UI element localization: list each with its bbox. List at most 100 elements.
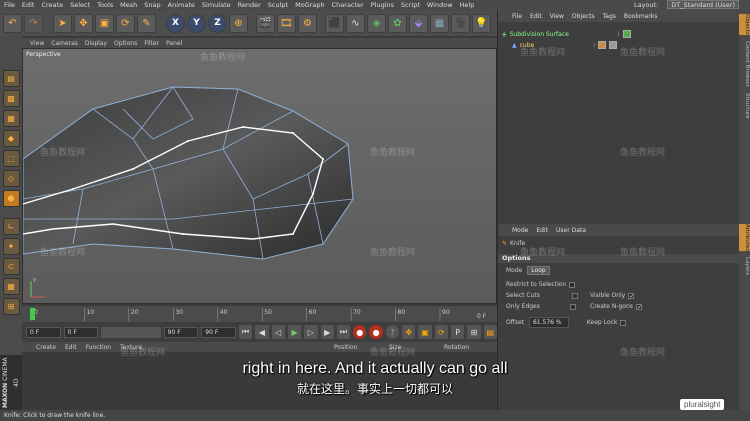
layout-selector[interactable]: Layout: DT_Standard (User)	[634, 0, 746, 9]
point-level-icon[interactable]: ⊞	[467, 325, 481, 339]
model-mode-icon[interactable]: ◆	[2, 130, 20, 147]
min-frame-field[interactable]: 0 F	[63, 326, 99, 338]
deformer-icon[interactable]: ⬙	[409, 13, 428, 33]
menu-item-select[interactable]: Select	[70, 1, 90, 9]
tab-content-browser[interactable]: Content Browser	[739, 41, 750, 87]
viewport-menu-display[interactable]: Display	[85, 40, 107, 47]
prev-key-icon[interactable]: ◀	[255, 325, 269, 339]
viewport-menu-view[interactable]: View	[30, 40, 44, 47]
visible-only-checkbox[interactable]: ✓	[628, 292, 634, 299]
light-icon[interactable]: 💡	[472, 13, 491, 33]
next-frame-icon[interactable]: ▷	[304, 325, 318, 339]
current-frame-field[interactable]: 0 F	[26, 326, 61, 338]
end-frame-field[interactable]: 90 F	[201, 326, 236, 338]
go-to-start-icon[interactable]: ⏮	[238, 325, 253, 339]
restrict-checkbox[interactable]	[569, 281, 576, 288]
menu-item-edit[interactable]: Edit	[22, 1, 35, 9]
spline-icon[interactable]: ∿	[346, 13, 365, 33]
axis-x-button[interactable]: X	[166, 13, 185, 33]
keep-lock-checkbox[interactable]	[620, 319, 627, 326]
axis-mode-icon[interactable]: ∟	[2, 218, 20, 235]
scale-tool-icon[interactable]: ▣	[95, 13, 114, 33]
max-frame-field[interactable]: 90 F	[163, 326, 199, 338]
keyframe-icon[interactable]: ?	[385, 325, 400, 339]
menu-item-sculpt[interactable]: Sculpt	[268, 1, 288, 9]
menu-item-character[interactable]: Character	[332, 1, 364, 9]
array-icon[interactable]: ✿	[388, 13, 407, 33]
menu-item-help[interactable]: Help	[460, 1, 475, 9]
object-menu-view[interactable]: View	[550, 13, 564, 20]
coordinate-system-icon[interactable]: ⊕	[229, 13, 248, 33]
select-cuts-checkbox[interactable]	[571, 292, 578, 299]
tab-attributes[interactable]: Attributes	[739, 224, 750, 252]
render-view-icon[interactable]: 🎬	[256, 13, 275, 33]
move-key-icon[interactable]: ✥	[402, 325, 416, 339]
layout-dropdown[interactable]: DT_Standard (User)	[667, 0, 739, 9]
points-mode-icon[interactable]: ⬚	[2, 150, 20, 167]
mode-dropdown[interactable]: Loop	[527, 266, 550, 275]
prev-frame-icon[interactable]: ◁	[271, 325, 285, 339]
viewport-menu-panel[interactable]: Panel	[166, 40, 182, 47]
menu-item-window[interactable]: Window	[427, 1, 453, 9]
object-row-subdivision[interactable]: ◈ Subdivision Surface ⁞	[502, 30, 631, 38]
playhead[interactable]	[30, 308, 35, 320]
range-slider[interactable]	[101, 326, 161, 338]
rotate-tool-icon[interactable]: ⟳	[116, 13, 135, 33]
render-picture-icon[interactable]: 🎞	[277, 13, 296, 33]
object-menu-bookmarks[interactable]: Bookmarks	[624, 13, 658, 20]
object-menu-edit[interactable]: Edit	[530, 13, 542, 20]
offset-field[interactable]: 61.576 %	[528, 317, 569, 328]
menu-item-script[interactable]: Script	[401, 1, 420, 9]
make-editable-icon[interactable]: ▤	[2, 70, 20, 87]
viewport-menu-cameras[interactable]: Cameras	[51, 40, 78, 47]
object-menu-tags[interactable]: Tags	[603, 13, 616, 20]
tab-structure[interactable]: Structure	[739, 93, 750, 119]
menu-item-render[interactable]: Render	[238, 1, 261, 9]
material-menu-edit[interactable]: Edit	[65, 344, 77, 351]
object-menu-file[interactable]: File	[512, 13, 522, 20]
scene-icon[interactable]: ▦	[430, 13, 449, 33]
go-to-end-icon[interactable]: ⏭	[336, 325, 351, 339]
menu-item-mesh[interactable]: Mesh	[120, 1, 137, 9]
object-menu-objects[interactable]: Objects	[572, 13, 595, 20]
cube-object-icon[interactable]: ⬛	[325, 13, 344, 33]
object-name[interactable]: Subdivision Surface	[510, 31, 569, 38]
material-menu-function[interactable]: Function	[86, 344, 112, 351]
render-settings-icon[interactable]: ⚙	[298, 13, 317, 33]
tab-layers[interactable]: Layers	[739, 257, 750, 275]
checker-tag-icon[interactable]	[609, 41, 618, 49]
play-icon[interactable]: ▶	[287, 325, 302, 339]
redo-icon[interactable]: ↷	[24, 13, 43, 33]
edges-mode-icon[interactable]: ◇	[2, 170, 20, 187]
attribute-menu-user-data[interactable]: User Data	[556, 227, 586, 234]
workplane-icon[interactable]: ▦	[2, 110, 20, 127]
viewport[interactable]: Perspective y	[22, 48, 497, 304]
axis-y-button[interactable]: Y	[187, 13, 206, 33]
timeline-ruler[interactable]: 0 10 20 30 40 50 60 70 80 900 F	[22, 306, 497, 322]
check-tag-icon[interactable]	[622, 30, 631, 38]
menu-item-simulate[interactable]: Simulate	[202, 1, 231, 9]
knife-tool-icon[interactable]: ✎	[137, 13, 156, 33]
texture-tag-icon[interactable]	[598, 41, 607, 49]
select-tool-icon[interactable]: ➤	[53, 13, 72, 33]
axis-z-button[interactable]: Z	[208, 13, 227, 33]
timeline[interactable]: 0 10 20 30 40 50 60 70 80 90 0 F	[22, 306, 497, 322]
move-tool-icon[interactable]: ✥	[74, 13, 93, 33]
create-ngons-checkbox[interactable]: ✓	[635, 303, 642, 310]
menu-item-file[interactable]: File	[4, 1, 15, 9]
viewport-menu-filter[interactable]: Filter	[144, 40, 159, 47]
param-key-icon[interactable]: P	[451, 325, 465, 339]
only-edges-checkbox[interactable]	[569, 303, 576, 310]
menu-item-animate[interactable]: Animate	[168, 1, 195, 9]
tweak-icon[interactable]: ✦	[2, 238, 20, 255]
snap-icon[interactable]: ⊂	[2, 258, 20, 275]
tab-objects[interactable]: Objects	[739, 14, 750, 35]
texture-mode-icon[interactable]: ▩	[2, 90, 20, 107]
timeline-icon[interactable]: ▤	[483, 325, 497, 339]
menu-item-plugins[interactable]: Plugins	[371, 1, 394, 9]
scale-key-icon[interactable]: ▣	[418, 325, 432, 339]
visibility-dots[interactable]: ⁞	[618, 31, 620, 38]
generator-icon[interactable]: ◈	[367, 13, 386, 33]
undo-icon[interactable]: ↶	[3, 13, 22, 33]
menu-item-snap[interactable]: Snap	[144, 1, 160, 9]
